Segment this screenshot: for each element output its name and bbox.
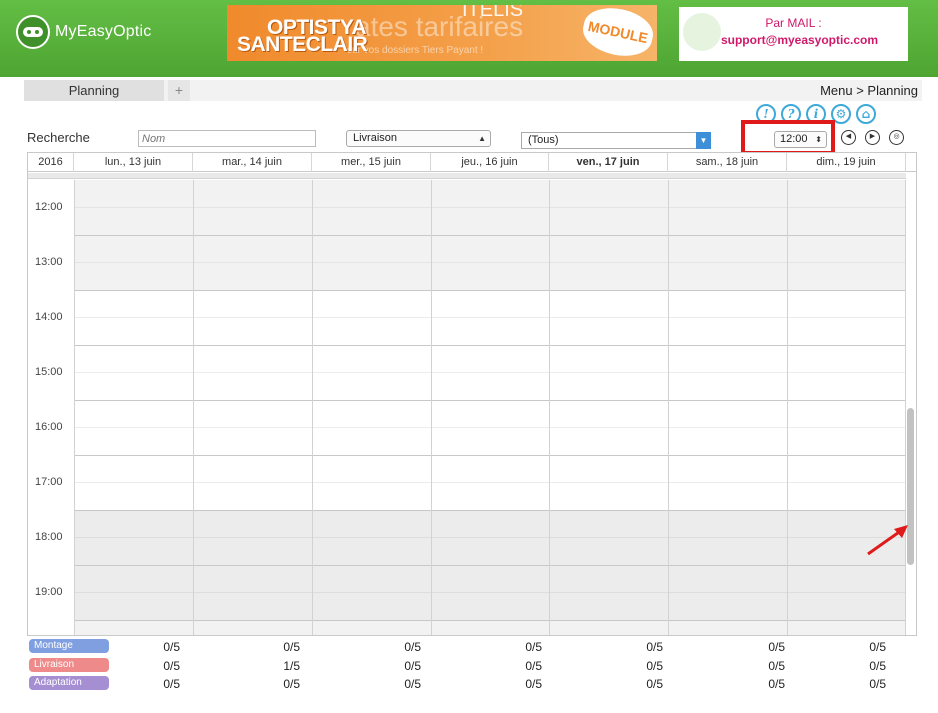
day-column[interactable] — [668, 180, 787, 635]
day-column[interactable] — [74, 180, 193, 635]
day-header[interactable]: dim., 19 juin — [787, 153, 906, 172]
refresh-icon[interactable]: ◎ — [889, 130, 904, 145]
counter-row-livraison: Livraison 0/5 1/5 0/5 0/5 0/5 0/5 0/5 — [0, 657, 938, 675]
day-column[interactable] — [431, 180, 549, 635]
select-arrows-icon: ▲ — [478, 134, 486, 143]
next-week-icon[interactable]: ▶ — [865, 130, 880, 145]
calendar-year: 2016 — [28, 153, 74, 172]
count-cell: 0/5 — [869, 640, 886, 654]
count-cell: 0/5 — [404, 659, 421, 673]
count-cell: 0/5 — [869, 659, 886, 673]
search-label: Recherche — [27, 130, 90, 145]
adaptation-badge: Adaptation — [29, 676, 109, 690]
montage-badge: Montage — [29, 639, 109, 653]
app-name: MyEasyOptic — [55, 23, 152, 40]
banner-ghost-text: ates tarifaires — [355, 11, 524, 42]
filter-select[interactable]: (Tous) ▼ — [521, 132, 711, 149]
capacity-counters: Montage 0/5 0/5 0/5 0/5 0/5 0/5 0/5 Livr… — [0, 638, 938, 713]
hour-label: 14:00 — [35, 311, 63, 323]
tab-planning[interactable]: Planning — [24, 80, 164, 101]
count-cell: 0/5 — [525, 659, 542, 673]
count-cell: 0/5 — [163, 659, 180, 673]
day-column[interactable] — [787, 180, 906, 635]
count-cell: 0/5 — [646, 659, 663, 673]
hour-label: 18:00 — [35, 531, 63, 543]
count-cell: 0/5 — [768, 659, 785, 673]
calendar-grid[interactable]: 12:00 13:00 14:00 15:00 16:00 17:00 18:0… — [28, 180, 906, 635]
hour-label: 13:00 — [35, 256, 63, 268]
support-mail-box[interactable]: Par MAIL : support@myeasyoptic.com — [679, 7, 908, 61]
planning-calendar: 2016 lun., 13 juin mar., 14 juin mer., 1… — [27, 152, 917, 636]
day-header[interactable]: mer., 15 juin — [312, 153, 431, 172]
banner-subtext: sur vos dossiers Tiers Payant ! — [347, 45, 484, 56]
time-select-highlight — [741, 120, 835, 155]
count-cell: 1/5 — [283, 659, 300, 673]
livraison-badge: Livraison — [29, 658, 109, 672]
hour-label: 12:00 — [35, 201, 63, 213]
breadcrumb[interactable]: Menu > Planning — [820, 80, 918, 101]
type-select[interactable]: Livraison ▲ — [346, 130, 491, 147]
calendar-header: 2016 lun., 13 juin mar., 14 juin mer., 1… — [28, 153, 916, 172]
day-column[interactable] — [193, 180, 312, 635]
count-cell: 0/5 — [404, 640, 421, 654]
tab-bar: Planning + Menu > Planning — [24, 80, 922, 101]
previous-week-icon[interactable]: ◀ — [841, 130, 856, 145]
filter-select-value: (Tous) — [528, 134, 559, 146]
count-cell: 0/5 — [163, 677, 180, 691]
count-cell: 0/5 — [869, 677, 886, 691]
count-cell: 0/5 — [525, 677, 542, 691]
support-email[interactable]: support@myeasyoptic.com — [679, 33, 908, 47]
count-cell: 0/5 — [404, 677, 421, 691]
all-day-strip — [28, 173, 906, 179]
count-cell: 0/5 — [768, 640, 785, 654]
name-search-input[interactable] — [138, 130, 316, 147]
annotation-arrow-icon — [867, 525, 908, 556]
count-cell: 0/5 — [163, 640, 180, 654]
support-label: Par MAIL : — [765, 16, 822, 30]
count-cell: 0/5 — [646, 640, 663, 654]
app-logo[interactable]: MyEasyOptic — [16, 15, 151, 49]
hour-label: 19:00 — [35, 586, 63, 598]
day-column-today[interactable] — [549, 180, 668, 635]
home-icon[interactable]: ⌂ — [856, 104, 876, 124]
day-header[interactable]: mar., 14 juin — [193, 153, 312, 172]
type-select-value: Livraison — [353, 132, 398, 144]
counter-row-montage: Montage 0/5 0/5 0/5 0/5 0/5 0/5 0/5 — [0, 638, 938, 656]
logo-icon — [16, 15, 50, 49]
counter-row-adaptation: Adaptation 0/5 0/5 0/5 0/5 0/5 0/5 0/5 — [0, 675, 938, 693]
promo-banner[interactable]: ITELIS ates tarifaires OPTISTYA SANTECLA… — [227, 5, 657, 61]
day-column[interactable] — [312, 180, 431, 635]
add-tab-button[interactable]: + — [168, 80, 190, 101]
app-window: MyEasyOptic ITELIS ates tarifaires OPTIS… — [0, 0, 938, 713]
day-header[interactable]: lun., 13 juin — [74, 153, 193, 172]
count-cell: 0/5 — [525, 640, 542, 654]
banner-badge: MODULE — [578, 5, 657, 61]
vertical-scrollbar[interactable] — [906, 173, 916, 635]
hour-label: 15:00 — [35, 366, 63, 378]
app-header: MyEasyOptic ITELIS ates tarifaires OPTIS… — [0, 0, 938, 77]
day-header-today[interactable]: ven., 17 juin — [549, 153, 668, 172]
count-cell: 0/5 — [283, 677, 300, 691]
hour-label: 16:00 — [35, 421, 63, 433]
day-header[interactable]: sam., 18 juin — [668, 153, 787, 172]
count-cell: 0/5 — [283, 640, 300, 654]
count-cell: 0/5 — [646, 677, 663, 691]
day-header[interactable]: jeu., 16 juin — [431, 153, 549, 172]
hour-label: 17:00 — [35, 476, 63, 488]
count-cell: 0/5 — [768, 677, 785, 691]
dropdown-arrow-icon[interactable]: ▼ — [696, 132, 711, 149]
